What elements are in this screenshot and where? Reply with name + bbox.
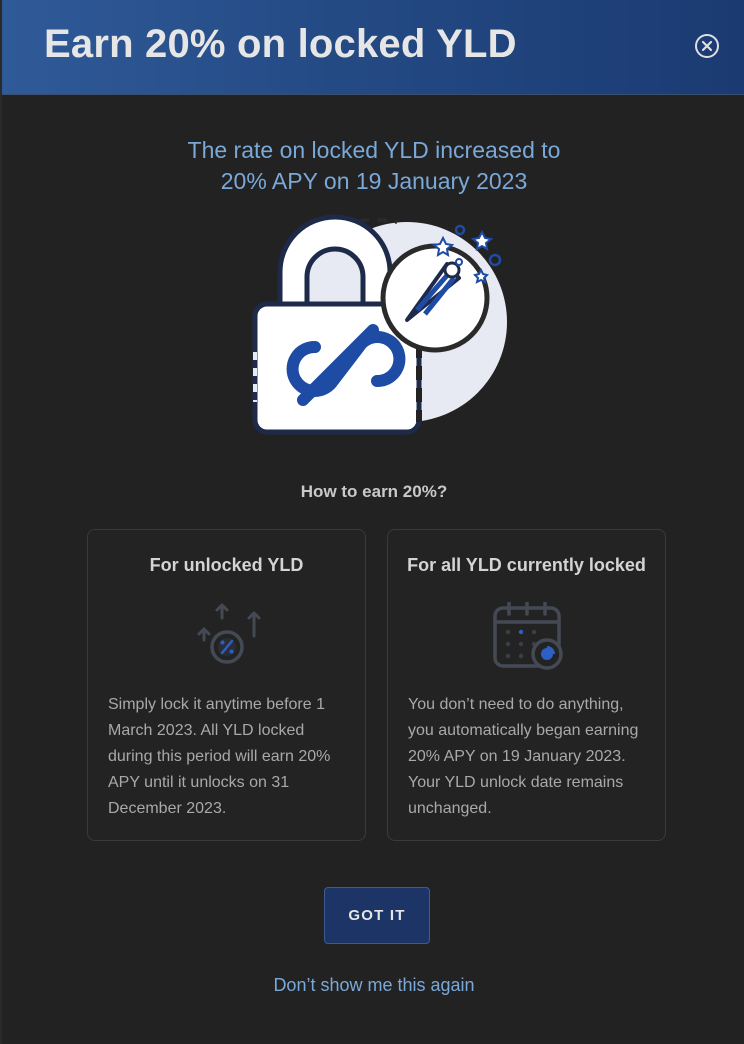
dont-show-again-link[interactable]: Don’t show me this again bbox=[2, 975, 744, 996]
card-title: For unlocked YLD bbox=[149, 555, 304, 575]
card-description: You don’t need to do anything, you autom… bbox=[408, 696, 639, 817]
modal-title: Earn 20% on locked YLD bbox=[44, 22, 517, 66]
close-icon[interactable] bbox=[694, 33, 720, 59]
card-locked: For all YLD currently locked You don’t n… bbox=[387, 529, 666, 841]
card-title: For all YLD currently locked bbox=[407, 555, 646, 575]
how-to-heading: How to earn 20%? bbox=[300, 482, 448, 501]
got-it-button[interactable]: GOT IT bbox=[324, 887, 430, 944]
headline-line-1: The rate on locked YLD increased to bbox=[187, 137, 561, 163]
headline-line-2: 20% APY on 19 January 2023 bbox=[220, 168, 528, 194]
card-description: Simply lock it anytime before 1 March 20… bbox=[108, 696, 331, 817]
percent-coin-arrows-icon bbox=[88, 602, 365, 672]
calendar-clock-icon bbox=[388, 600, 665, 672]
earn-modal: Earn 20% on locked YLD The rate on locke… bbox=[0, 0, 744, 1044]
modal-header: Earn 20% on locked YLD bbox=[2, 0, 744, 95]
card-unlocked: For unlocked YLD Simply lock it anytime … bbox=[87, 529, 366, 841]
padlock-percent-party-icon bbox=[247, 212, 507, 442]
